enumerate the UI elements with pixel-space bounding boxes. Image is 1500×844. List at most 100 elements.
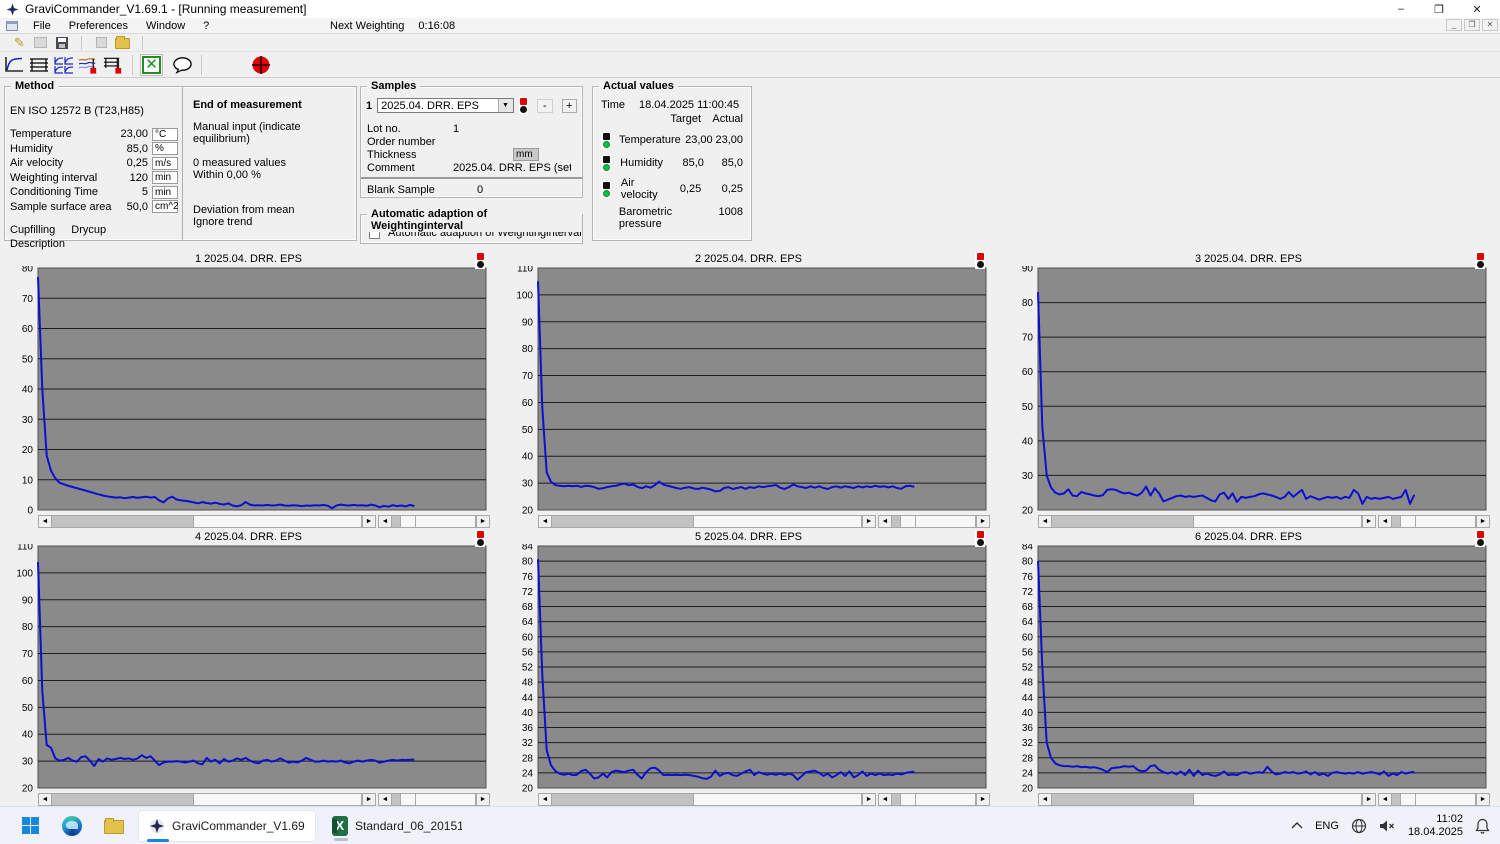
curve-climate-view-icon[interactable] xyxy=(77,54,100,76)
start-button[interactable] xyxy=(12,810,48,842)
scroll-right-button[interactable]: ► xyxy=(976,794,989,805)
multi-curve-view-icon[interactable] xyxy=(52,54,75,76)
scroll-right-button[interactable]: ► xyxy=(1476,794,1489,805)
menu-file[interactable]: File xyxy=(24,19,60,33)
network-globe-icon[interactable] xyxy=(1351,818,1367,834)
scroll-right-button[interactable]: ► xyxy=(362,516,375,527)
unit-field[interactable]: cm^2 xyxy=(152,200,178,213)
chart-zoom-scrollbar[interactable]: ◄► xyxy=(378,793,490,806)
unit-field[interactable]: m/s xyxy=(152,157,178,170)
speaker-muted-icon[interactable] xyxy=(1379,819,1396,833)
menu-preferences[interactable]: Preferences xyxy=(60,19,137,33)
scroll-left-button[interactable]: ◄ xyxy=(1379,516,1392,527)
edit-icon[interactable]: ✎ xyxy=(12,36,27,49)
comment-icon[interactable] xyxy=(171,54,194,76)
chart-scrollbars[interactable]: ◄►◄► xyxy=(38,793,490,806)
chart-h-scrollbar[interactable]: ◄► xyxy=(538,793,876,806)
scrollbar-thumb[interactable] xyxy=(400,794,416,805)
stop-target-icon[interactable] xyxy=(249,54,272,76)
scroll-left-button[interactable]: ◄ xyxy=(1039,794,1052,805)
chevron-down-icon[interactable]: ▼ xyxy=(498,99,513,112)
menu-help[interactable]: ? xyxy=(194,19,218,33)
chart-h-scrollbar[interactable]: ◄► xyxy=(38,515,376,528)
chart-scrollbars[interactable]: ◄►◄► xyxy=(1038,793,1490,806)
scroll-left-button[interactable]: ◄ xyxy=(379,516,392,527)
scroll-left-button[interactable]: ◄ xyxy=(1379,794,1392,805)
mdi-child-icon[interactable] xyxy=(6,21,18,31)
menu-window[interactable]: Window xyxy=(137,19,194,33)
tray-chevron-up-icon[interactable] xyxy=(1291,822,1303,829)
scroll-left-button[interactable]: ◄ xyxy=(39,794,52,805)
child-close-button[interactable]: ✕ xyxy=(1482,19,1498,31)
chart-scrollbars[interactable]: ◄►◄► xyxy=(538,515,990,528)
language-indicator[interactable]: ENG xyxy=(1315,820,1339,832)
scroll-right-button[interactable]: ► xyxy=(862,516,875,527)
svg-text:68: 68 xyxy=(522,602,534,613)
file-explorer-button[interactable] xyxy=(96,810,132,842)
add-sample-button[interactable]: + xyxy=(562,99,577,113)
child-minimize-button[interactable]: _ xyxy=(1446,19,1462,31)
scroll-right-button[interactable]: ► xyxy=(362,794,375,805)
scroll-left-button[interactable]: ◄ xyxy=(539,794,552,805)
scrollbar-thumb[interactable] xyxy=(400,516,416,527)
scroll-left-button[interactable]: ◄ xyxy=(1039,516,1052,527)
scrollbar-thumb[interactable] xyxy=(693,516,862,527)
remove-sample-button[interactable]: - xyxy=(537,99,552,113)
chart-zoom-scrollbar[interactable]: ◄► xyxy=(1378,515,1490,528)
table-climate-view-icon[interactable] xyxy=(102,54,125,76)
title-bar[interactable]: GraviCommander_V1.69.1 - [Running measur… xyxy=(0,0,1500,18)
scroll-right-button[interactable]: ► xyxy=(476,516,489,527)
maximize-button[interactable]: ❐ xyxy=(1420,0,1458,18)
chart-scrollbars[interactable]: ◄►◄► xyxy=(538,793,990,806)
chart-h-scrollbar[interactable]: ◄► xyxy=(38,793,376,806)
tray-time: 11:02 xyxy=(1408,813,1463,826)
save-icon[interactable] xyxy=(54,36,69,49)
open-folder-icon[interactable] xyxy=(115,36,130,49)
sample-select[interactable]: 2025.04. DRR. EPS ▼ xyxy=(377,98,513,113)
scrollbar-thumb[interactable] xyxy=(193,516,362,527)
scrollbar-thumb[interactable] xyxy=(900,794,916,805)
notifications-bell-icon[interactable] xyxy=(1475,818,1490,834)
chart-scrollbars[interactable]: ◄►◄► xyxy=(1038,515,1490,528)
scrollbar-thumb[interactable] xyxy=(193,794,362,805)
scrollbar-thumb[interactable] xyxy=(900,516,916,527)
scroll-right-button[interactable]: ► xyxy=(476,794,489,805)
chart-zoom-scrollbar[interactable]: ◄► xyxy=(878,793,990,806)
scrollbar-thumb[interactable] xyxy=(693,794,862,805)
chart-h-scrollbar[interactable]: ◄► xyxy=(538,515,876,528)
excel-export-icon[interactable]: ✕ xyxy=(140,54,163,76)
clock[interactable]: 11:02 18.04.2025 xyxy=(1408,813,1463,839)
scroll-left-button[interactable]: ◄ xyxy=(539,516,552,527)
table-view-icon[interactable] xyxy=(27,54,50,76)
scroll-left-button[interactable]: ◄ xyxy=(879,516,892,527)
chart-scrollbars[interactable]: ◄►◄► xyxy=(38,515,490,528)
scroll-right-button[interactable]: ► xyxy=(976,516,989,527)
scroll-right-button[interactable]: ► xyxy=(1362,794,1375,805)
chart-h-scrollbar[interactable]: ◄► xyxy=(1038,515,1376,528)
chart-zoom-scrollbar[interactable]: ◄► xyxy=(1378,793,1490,806)
unit-field[interactable]: min xyxy=(152,171,178,184)
scrollbar-thumb[interactable] xyxy=(1400,794,1416,805)
scrollbar-thumb[interactable] xyxy=(1400,516,1416,527)
scroll-left-button[interactable]: ◄ xyxy=(39,516,52,527)
chart-h-scrollbar[interactable]: ◄► xyxy=(1038,793,1376,806)
minimize-button[interactable]: – xyxy=(1382,0,1420,18)
chart-zoom-scrollbar[interactable]: ◄► xyxy=(378,515,490,528)
close-button[interactable]: ✕ xyxy=(1458,0,1496,18)
scrollbar-thumb[interactable] xyxy=(1193,794,1362,805)
taskbar-app-excel[interactable]: X Standard_06_20151 [Co xyxy=(322,810,472,842)
scroll-right-button[interactable]: ► xyxy=(1362,516,1375,527)
child-restore-button[interactable]: ❐ xyxy=(1464,19,1480,31)
edge-browser-button[interactable] xyxy=(54,810,90,842)
unit-field[interactable]: °C xyxy=(152,128,178,141)
chart-zoom-scrollbar[interactable]: ◄► xyxy=(878,515,990,528)
scrollbar-thumb[interactable] xyxy=(1193,516,1362,527)
curve-view-icon[interactable] xyxy=(2,54,25,76)
scroll-left-button[interactable]: ◄ xyxy=(379,794,392,805)
unit-field[interactable]: % xyxy=(152,142,178,155)
unit-field[interactable]: min xyxy=(152,186,178,199)
scroll-left-button[interactable]: ◄ xyxy=(879,794,892,805)
scroll-right-button[interactable]: ► xyxy=(1476,516,1489,527)
taskbar-app-gravicommander[interactable]: GraviCommander_V1.69 xyxy=(138,810,316,842)
scroll-right-button[interactable]: ► xyxy=(862,794,875,805)
